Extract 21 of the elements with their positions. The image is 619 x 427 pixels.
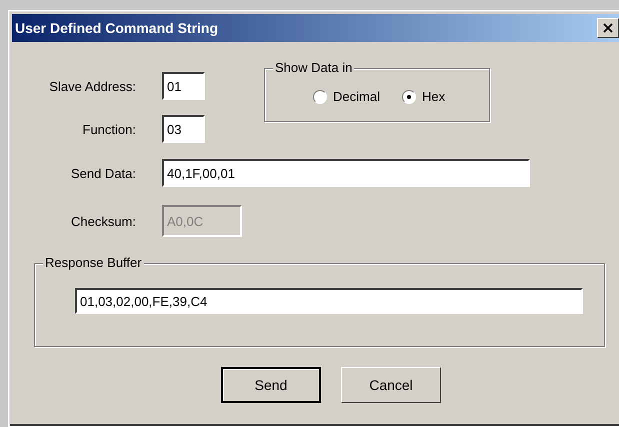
option-label: Hex [422, 89, 446, 104]
window-title: User Defined Command String [15, 20, 218, 36]
input-field[interactable]: 03 [162, 115, 205, 143]
group-label: Response Buffer [43, 255, 144, 270]
radio-button[interactable] [313, 90, 327, 104]
field-label: Slave Address: [48, 78, 136, 94]
close-button[interactable] [597, 18, 619, 38]
group-label: Show Data in [273, 60, 354, 75]
radio-option[interactable]: Decimal [313, 89, 380, 104]
close-icon [603, 23, 613, 33]
option-label: Decimal [333, 89, 380, 104]
radio-option[interactable]: Hex [402, 89, 446, 104]
radio-button[interactable] [402, 90, 416, 104]
dialog-button[interactable]: Cancel [341, 367, 441, 403]
dialog-button[interactable]: Send [221, 367, 321, 403]
input-field[interactable]: 01 [162, 72, 205, 100]
input-field[interactable]: 40,1F,00,01 [162, 159, 530, 187]
field-label: Checksum: [70, 214, 136, 228]
response-field[interactable]: 01,03,02,00,FE,39,C4 [75, 288, 583, 314]
field-label: Send Data: [70, 166, 136, 180]
field-label: Function: [82, 122, 136, 136]
